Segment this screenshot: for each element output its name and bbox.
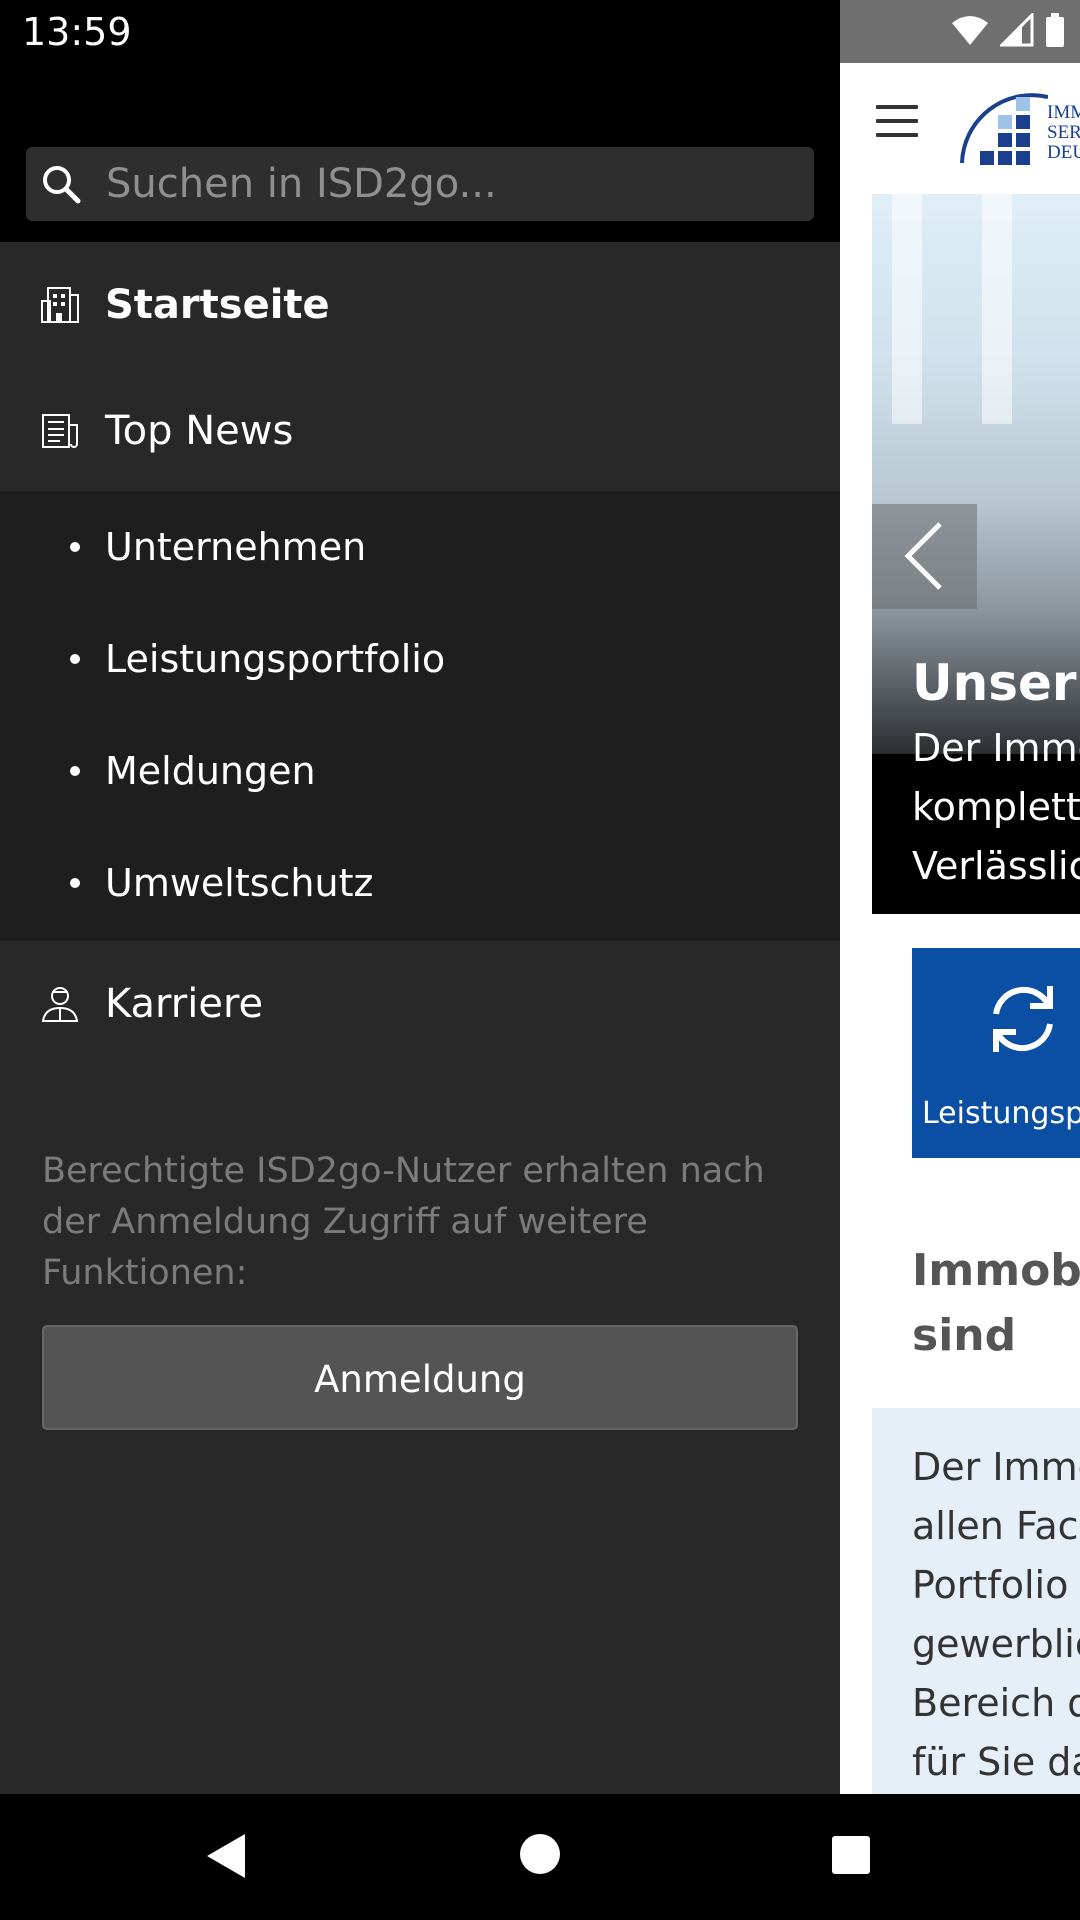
submenu-item-leistungsportfolio[interactable]: Leistungsportfolio — [0, 603, 840, 715]
building-icon — [41, 287, 79, 323]
nav-item-startseite[interactable]: Startseite — [0, 242, 840, 368]
top-news-submenu: Unternehmen Leistungsportfolio Meldungen… — [0, 491, 840, 941]
nav-item-label: Top News — [105, 408, 294, 454]
bullet-icon — [70, 542, 80, 552]
submenu-item-meldungen[interactable]: Meldungen — [0, 715, 840, 827]
submenu-item-unternehmen[interactable]: Unternehmen — [0, 491, 840, 603]
submenu-item-umweltschutz[interactable]: Umweltschutz — [0, 827, 840, 939]
bullet-icon — [70, 878, 80, 888]
tile-label: Leistungsp — [922, 1096, 1080, 1131]
login-button[interactable]: Anmeldung — [42, 1325, 798, 1430]
wifi-icon — [952, 16, 988, 45]
nav-item-label: Startseite — [105, 282, 330, 328]
search-icon — [43, 166, 81, 204]
battery-icon — [1046, 13, 1064, 47]
status-icons — [950, 12, 1066, 48]
submenu-item-label: Unternehmen — [105, 525, 367, 569]
recents-icon[interactable] — [832, 1836, 870, 1874]
hero-carousel[interactable]: Unser L Der Immo komplette Verlässlic — [872, 194, 1080, 914]
status-bar: 13:59 — [0, 0, 1080, 63]
hero-title: Unser L — [912, 654, 1080, 712]
submenu-item-label: Meldungen — [105, 749, 316, 793]
search-input[interactable] — [106, 147, 796, 221]
system-nav-bar — [0, 1794, 1080, 1920]
newspaper-icon — [42, 414, 78, 448]
navigation-drawer: Startseite Top News Unternehmen Leistung… — [0, 63, 840, 1794]
login-info-text: Berechtigte ISD2go-Nutzer erhalten nach … — [42, 1151, 765, 1293]
carousel-prev-button[interactable] — [872, 504, 977, 609]
info-box-text: Der Immo allen Face Portfolio gewerblic … — [912, 1445, 1080, 1784]
home-icon[interactable] — [520, 1834, 560, 1874]
nav-item-karriere[interactable]: Karriere — [0, 941, 840, 1067]
bullet-icon — [70, 654, 80, 664]
refresh-icon — [993, 986, 1053, 1052]
info-box: Der Immo allen Face Portfolio gewerblic … — [872, 1408, 1080, 1794]
signal-icon — [1000, 13, 1034, 47]
page-content: IMM SER DEU Unser L Der Immo komplette V… — [840, 63, 1080, 1794]
person-icon — [41, 987, 79, 1022]
submenu-item-label: Leistungsportfolio — [105, 637, 446, 681]
bullet-icon — [70, 766, 80, 776]
company-logo — [960, 93, 1048, 165]
chevron-left-icon — [904, 522, 942, 590]
submenu-item-label: Umweltschutz — [105, 861, 374, 905]
status-time: 13:59 — [22, 10, 132, 54]
search-box[interactable] — [26, 147, 814, 221]
drawer-header — [0, 63, 840, 242]
menu-icon[interactable] — [876, 105, 918, 147]
back-icon[interactable] — [205, 1832, 247, 1880]
logo-text: IMM SER DEU — [1047, 102, 1080, 163]
hero-text: Der Immo komplette Verlässlic — [912, 726, 1080, 888]
section-heading: Immobi sind — [912, 1245, 1080, 1361]
nav-item-label: Karriere — [105, 981, 264, 1027]
nav-item-top-news[interactable]: Top News — [0, 368, 840, 494]
leistungsportfolio-tile[interactable]: Leistungsp — [912, 948, 1080, 1158]
